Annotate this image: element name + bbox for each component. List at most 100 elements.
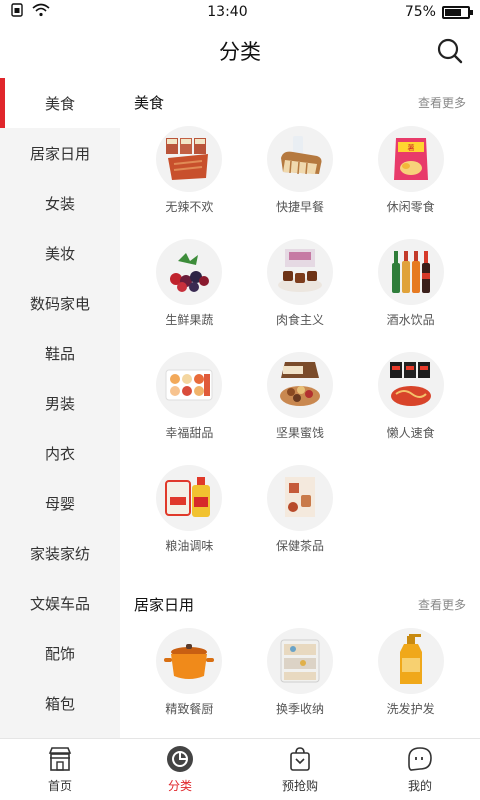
tab-shopping-bag[interactable]: 预抢购 (240, 739, 360, 800)
see-more-link[interactable]: 查看更多 (418, 596, 466, 613)
subcategory-item[interactable]: 粮油调味 (134, 465, 245, 566)
category-content: 美食 查看更多 无辣不欢 快捷早餐薯休闲零食 生鲜果蔬 肉食主义 酒水饮品 幸福甜品 坚果蜜饯懒… (120, 78, 480, 738)
subcategory-item[interactable]: 精致餐厨 (134, 628, 245, 729)
category-icon (166, 745, 194, 773)
sidebar-item-8[interactable]: 母婴 (0, 478, 120, 528)
subcategory-item[interactable]: 薯休闲零食 (355, 126, 466, 227)
subcategory-label: 生鲜果蔬 (165, 313, 214, 327)
sidebar-item-11[interactable]: 配饰 (0, 628, 120, 678)
instant-noodles-icon (377, 352, 444, 418)
wifi-icon (32, 3, 50, 21)
status-bar: 13:40 75% (0, 0, 480, 24)
status-time: 13:40 (207, 4, 248, 20)
tab-bar: 首页 分类 预抢购 我的 (0, 738, 480, 800)
subcategory-label: 坚果蜜饯 (275, 426, 324, 440)
spicy-snacks-icon (156, 126, 223, 192)
bottles-icon (377, 239, 444, 305)
sidebar-item-4[interactable]: 数码家电 (0, 278, 120, 328)
macarons-icon (156, 352, 223, 418)
berries-icon (156, 239, 223, 305)
storage-drawer-icon (266, 628, 333, 694)
sidebar-item-label: 母婴 (44, 494, 75, 513)
subcategory-item[interactable]: 洗发护发 (355, 628, 466, 729)
subcategory-item[interactable]: 酒水饮品 (355, 239, 466, 340)
tab-label: 我的 (407, 779, 432, 793)
page-title: 分类 (219, 40, 261, 64)
battery-icon (441, 5, 473, 19)
rice-oil-icon (156, 465, 223, 531)
svg-text:薯: 薯 (407, 143, 414, 152)
subcategory-item[interactable]: 坚果蜜饯 (245, 352, 356, 453)
sidebar-item-12[interactable]: 箱包 (0, 678, 120, 728)
tab-label: 预抢购 (281, 779, 318, 793)
subcategory-label: 无辣不欢 (165, 200, 214, 214)
category-section: 美食 查看更多无辣不欢 快捷早餐 薯休闲零食生鲜果蔬 肉食主义 酒水饮品幸福甜品 坚果蜜饯 懒… (134, 78, 466, 566)
sidebar-item-10[interactable]: 文娱车品 (0, 578, 120, 628)
subcategory-item[interactable]: 换季收纳 (245, 628, 356, 729)
see-more-link[interactable]: 查看更多 (418, 94, 466, 111)
subcategory-item[interactable]: 快捷早餐 (245, 126, 356, 227)
battery-percent: 75% (404, 4, 436, 20)
subcategory-item[interactable]: 幸福甜品 (134, 352, 245, 453)
subcategory-label: 快捷早餐 (275, 200, 324, 214)
shop-icon (46, 745, 74, 773)
sidebar-item-label: 箱包 (44, 694, 75, 713)
subcategory-label: 休闲零食 (386, 200, 435, 214)
sidebar-item-0[interactable]: 美食 (0, 78, 120, 128)
sidebar-item-label: 家装家纺 (29, 544, 90, 563)
subcategory-label: 保健茶品 (275, 539, 324, 553)
section-header: 居家日用 查看更多 (134, 580, 466, 628)
subcategory-grid: 无辣不欢 快捷早餐 薯休闲零食生鲜果蔬 肉食主义 酒水饮品幸福甜品 坚果蜜饯 懒人速食粮油调… (134, 126, 466, 566)
subcategory-label: 粮油调味 (165, 539, 214, 553)
search-icon[interactable] (436, 37, 464, 65)
nav-bar: 分类 (0, 24, 480, 78)
sidebar-item-9[interactable]: 家装家纺 (0, 528, 120, 578)
main-area: 美食 居家日用 女装 美妆 数码家电 鞋品 男装 内衣 母婴 家装家纺 文娱车品 配饰 箱包 美食 查看更… (0, 78, 480, 738)
subcategory-label: 肉食主义 (275, 313, 324, 327)
tab-label: 分类 (167, 779, 192, 793)
sidebar-item-label: 配饰 (44, 644, 75, 663)
subcategory-label: 精致餐厨 (165, 702, 214, 716)
subcategory-label: 洗发护发 (386, 702, 435, 716)
sidebar-item-3[interactable]: 美妆 (0, 228, 120, 278)
status-left (10, 3, 50, 21)
section-title: 美食 (134, 93, 165, 112)
tab-profile-bubble[interactable]: 我的 (360, 739, 480, 800)
subcategory-item[interactable]: 无辣不欢 (134, 126, 245, 227)
sidebar-item-5[interactable]: 鞋品 (0, 328, 120, 378)
subcategory-label: 换季收纳 (275, 702, 324, 716)
sidebar-item-label: 居家日用 (29, 144, 90, 163)
sidebar-item-label: 女装 (44, 194, 75, 213)
subcategory-item[interactable]: 懒人速食 (355, 352, 466, 453)
sidebar-item-6[interactable]: 男装 (0, 378, 120, 428)
subcategory-label: 懒人速食 (386, 426, 435, 440)
section-title: 居家日用 (134, 595, 195, 614)
pot-icon (156, 628, 223, 694)
sidebar-item-label: 文娱车品 (29, 594, 90, 613)
sidebar-item-1[interactable]: 居家日用 (0, 128, 120, 178)
subcategory-item[interactable]: 保健茶品 (245, 465, 356, 566)
sidebar-item-label: 美妆 (44, 244, 75, 263)
tab-label: 首页 (47, 779, 72, 793)
section-header: 美食 查看更多 (134, 78, 466, 126)
subcategory-label: 幸福甜品 (165, 426, 214, 440)
status-right: 75% (404, 4, 473, 20)
tab-shop[interactable]: 首页 (0, 739, 120, 800)
bread-icon (266, 126, 333, 192)
sidebar-item-label: 男装 (44, 394, 75, 413)
sidebar-item-label: 数码家电 (29, 294, 90, 313)
tab-category[interactable]: 分类 (120, 739, 240, 800)
tea-icon (266, 465, 333, 531)
sidebar-item-label: 鞋品 (44, 344, 75, 363)
subcategory-grid: 精致餐厨 换季收纳 洗发护发 (134, 628, 466, 729)
subcategory-label: 酒水饮品 (386, 313, 435, 327)
sidebar-item-7[interactable]: 内衣 (0, 428, 120, 478)
nuts-icon (266, 352, 333, 418)
shopping-bag-icon (286, 745, 314, 773)
sidebar-item-label: 内衣 (44, 444, 75, 463)
category-section: 居家日用 查看更多精致餐厨 换季收纳 洗发护发 (134, 580, 466, 729)
category-sidebar: 美食居家日用女装美妆数码家电鞋品男装内衣母婴家装家纺文娱车品配饰箱包 (0, 78, 120, 738)
subcategory-item[interactable]: 生鲜果蔬 (134, 239, 245, 340)
sidebar-item-2[interactable]: 女装 (0, 178, 120, 228)
subcategory-item[interactable]: 肉食主义 (245, 239, 356, 340)
